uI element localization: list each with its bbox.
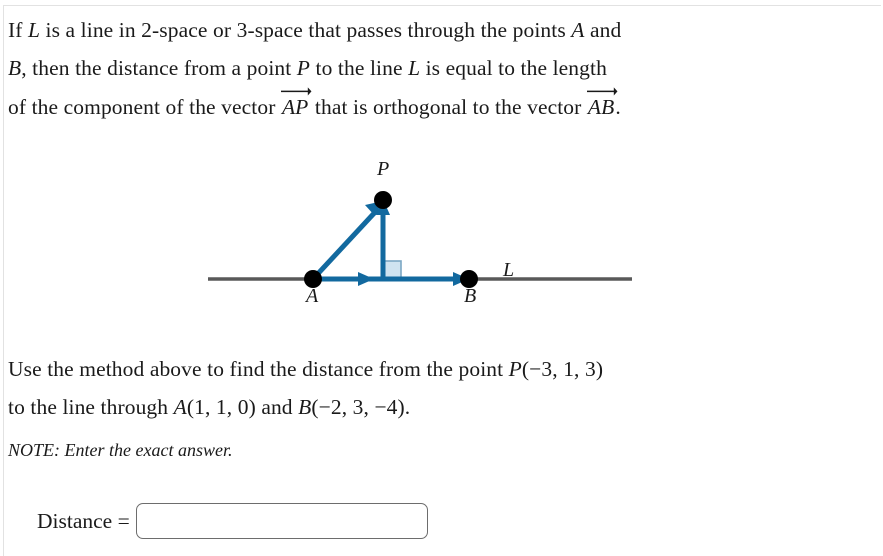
question-paragraph: Use the method above to find the distanc… <box>8 350 874 426</box>
question-point-B-coords: (−2, 3, −4) <box>311 395 405 419</box>
vector-AB-notation: AB <box>586 86 618 126</box>
statement-line1-text-c: and <box>584 18 622 42</box>
statement-paragraph: If L is a line in 2-space or 3-space tha… <box>8 11 874 126</box>
statement-line2-var-P: P <box>296 56 311 80</box>
statement-line1-text-a: If <box>8 18 28 42</box>
overarrow-icon <box>280 86 312 96</box>
statement-line3-text-b: that is orthogonal to the vector <box>309 95 587 119</box>
statement-line2-text-c: is equal to the length <box>420 56 607 80</box>
statement-line2-text-b: to the line <box>310 56 409 80</box>
question-point-P-var: P <box>508 357 522 381</box>
diagram-svg <box>208 191 632 288</box>
vector-AP-text: AP <box>281 95 309 119</box>
point-P-dot <box>374 191 392 209</box>
vector-AB-text: AB <box>587 95 615 119</box>
statement-line1-var-L: L <box>28 18 41 42</box>
question-point-A-coords: (1, 1, 0) <box>186 395 256 419</box>
statement-line2-text-a: , then the distance from a point <box>21 56 297 80</box>
right-angle-marker-icon <box>382 260 402 280</box>
distance-from-point-to-line-diagram: P A B L <box>0 150 883 325</box>
question-line2-text-b: and <box>255 395 299 419</box>
vector-AP-shaft <box>311 207 380 281</box>
distance-label: Distance = <box>37 508 130 533</box>
diagram-label-L: L <box>503 259 515 281</box>
statement-line1-text-b: is a line in 2-space or 3-space that pas… <box>40 18 572 42</box>
note-text: NOTE: Enter the exact answer. <box>8 440 233 460</box>
statement-line2-var-B: B <box>8 56 22 80</box>
diagram-label-A: A <box>306 285 319 307</box>
question-point-B-var: B <box>298 395 312 419</box>
statement-line1-var-A: A <box>571 18 585 42</box>
diagram-label-B: B <box>464 285 477 307</box>
statement-line3-text-c: . <box>615 95 621 119</box>
statement-line2-var-L: L <box>408 56 421 80</box>
diagram-label-P: P <box>377 158 390 180</box>
answer-row: Distance = <box>37 503 428 539</box>
distance-input[interactable] <box>135 503 428 539</box>
vector-AP-notation: AP <box>280 86 312 126</box>
statement-line3-text-a: of the component of the vector <box>8 95 281 119</box>
overarrow-icon <box>586 86 618 96</box>
question-point-A-var: A <box>173 395 187 419</box>
question-point-P-coords: (−3, 1, 3) <box>521 357 604 381</box>
question-line1-text-a: Use the method above to find the distanc… <box>8 357 509 381</box>
question-line2-text-c: . <box>404 395 411 419</box>
vector-AB-mid-arrowhead-icon <box>358 272 374 286</box>
question-line2-text-a: to the line through <box>8 395 174 419</box>
